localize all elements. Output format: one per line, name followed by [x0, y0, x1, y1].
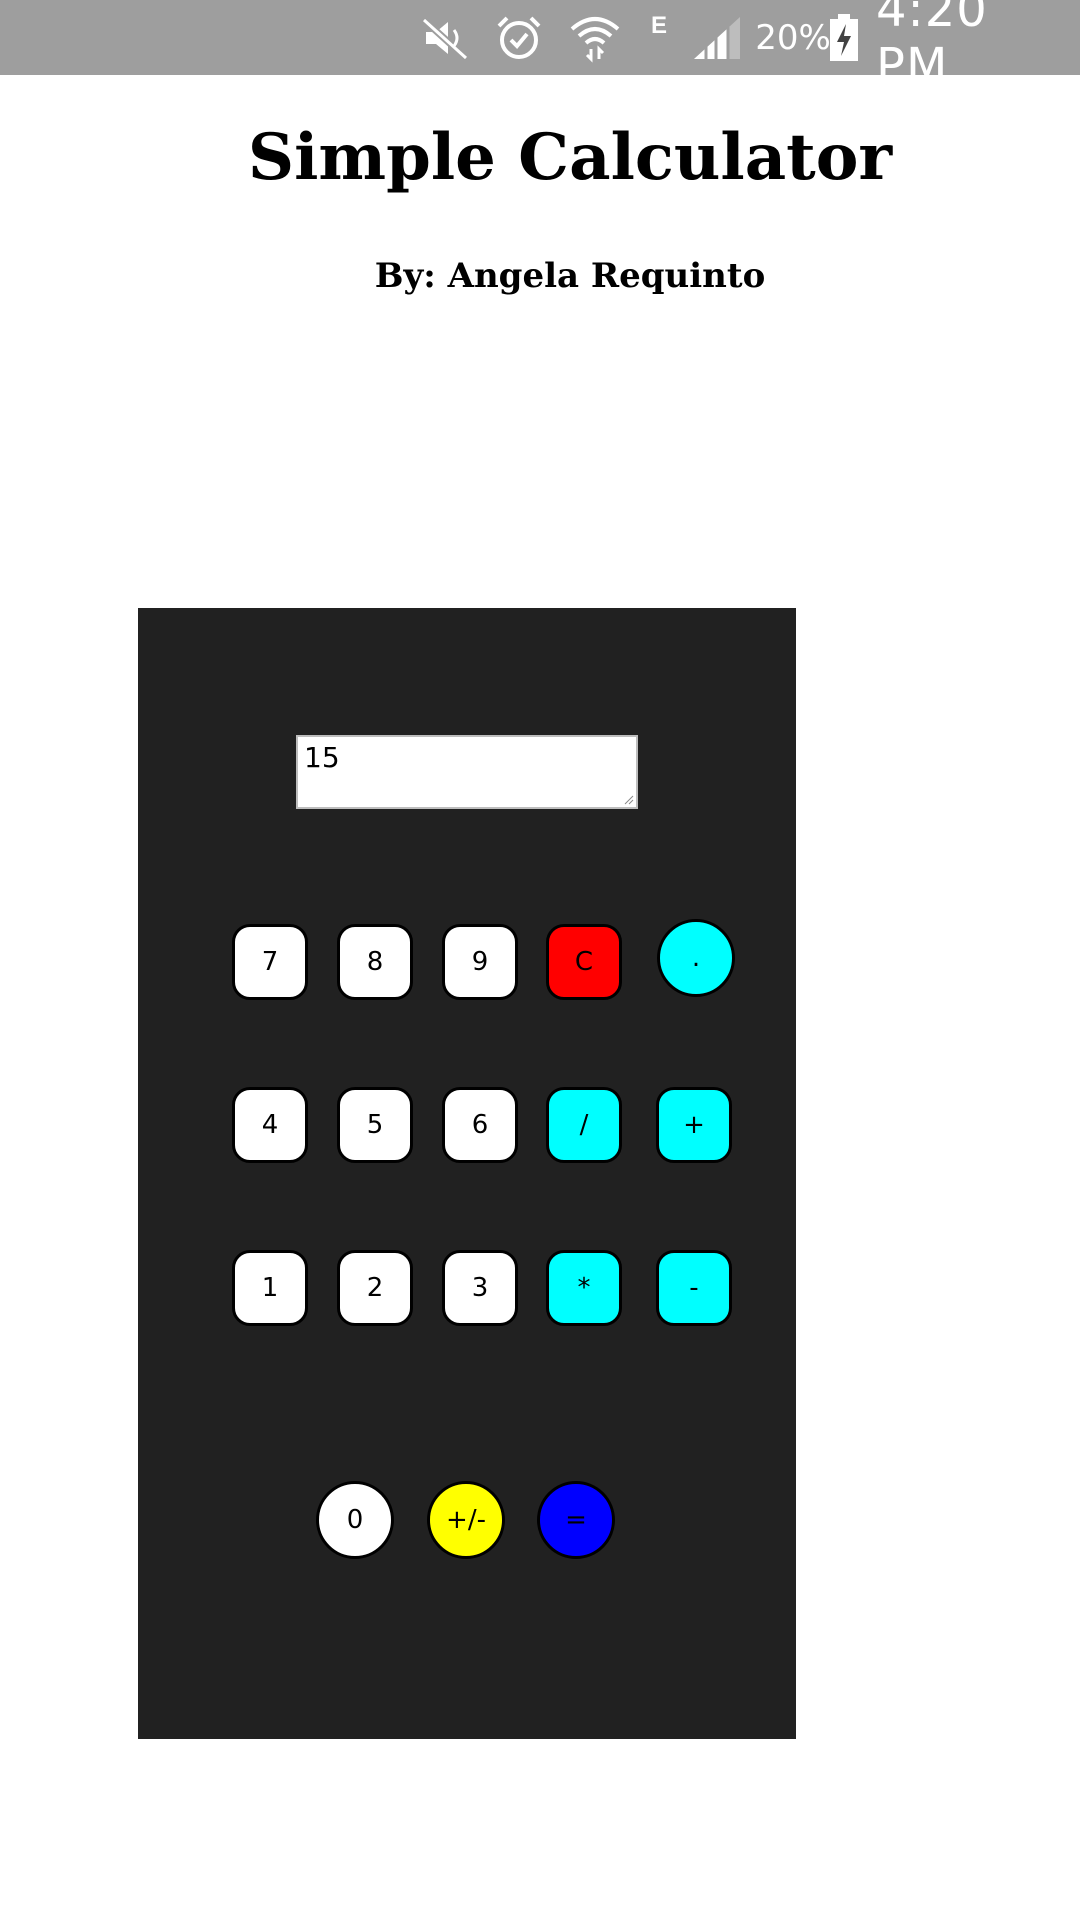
- key-9[interactable]: 9: [442, 924, 518, 1000]
- network-type-label: E: [650, 12, 667, 39]
- decimal-button[interactable]: .: [657, 919, 735, 997]
- key-4[interactable]: 4: [232, 1087, 308, 1163]
- battery-charging-icon: [828, 0, 860, 75]
- add-button[interactable]: +: [656, 1087, 732, 1163]
- calculator-panel: 15 7 8 9 C . 4 5 6 / + 1 2 3 * - 0 +/- =: [138, 608, 796, 1739]
- subtract-button[interactable]: -: [656, 1250, 732, 1326]
- alarm-icon: [492, 0, 546, 75]
- signal-icon: [690, 0, 746, 75]
- key-1[interactable]: 1: [232, 1250, 308, 1326]
- clock-time: 4:20 PM: [876, 0, 988, 94]
- key-6[interactable]: 6: [442, 1087, 518, 1163]
- key-5[interactable]: 5: [337, 1087, 413, 1163]
- mute-icon: [418, 0, 474, 75]
- equals-button[interactable]: =: [537, 1481, 615, 1559]
- status-bar: E 20% 4:20 PM: [0, 0, 1080, 94]
- calculator-display[interactable]: 15: [296, 735, 638, 809]
- battery-percent: 20%: [755, 17, 831, 58]
- resize-grip-icon[interactable]: [624, 795, 634, 805]
- clear-button[interactable]: C: [546, 924, 622, 1000]
- key-3[interactable]: 3: [442, 1250, 518, 1326]
- negate-button[interactable]: +/-: [427, 1481, 505, 1559]
- divide-button[interactable]: /: [546, 1087, 622, 1163]
- key-0[interactable]: 0: [316, 1481, 394, 1559]
- key-7[interactable]: 7: [232, 924, 308, 1000]
- wifi-icon: [564, 0, 626, 75]
- multiply-button[interactable]: *: [546, 1250, 622, 1326]
- display-value: 15: [304, 741, 340, 774]
- key-2[interactable]: 2: [337, 1250, 413, 1326]
- page-subtitle: By: Angela Requinto: [374, 256, 766, 296]
- page-title: Simple Calculator: [247, 120, 893, 195]
- key-8[interactable]: 8: [337, 924, 413, 1000]
